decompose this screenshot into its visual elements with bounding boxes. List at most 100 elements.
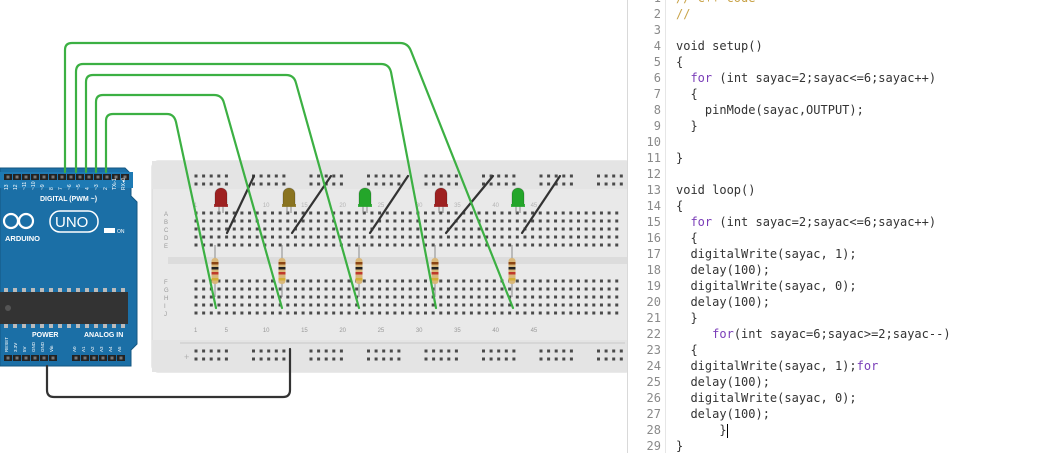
breadboard-hole[interactable] [439,279,443,283]
breadboard-hole[interactable] [255,303,259,307]
rail-hole[interactable] [259,349,263,353]
breadboard-hole[interactable] [202,235,206,239]
rail-hole[interactable] [612,349,616,353]
breadboard-hole[interactable] [454,243,458,247]
breadboard-hole[interactable] [561,211,565,215]
breadboard-hole[interactable] [546,227,550,231]
breadboard-hole[interactable] [248,295,252,299]
breadboard-hole[interactable] [523,295,527,299]
breadboard-hole[interactable] [569,303,573,307]
breadboard-hole[interactable] [202,287,206,291]
breadboard-hole[interactable] [446,211,450,215]
code-line[interactable]: 5{ [628,54,1046,70]
breadboard-hole[interactable] [561,235,565,239]
breadboard-hole[interactable] [271,211,274,215]
breadboard-hole[interactable] [515,295,519,299]
breadboard-hole[interactable] [469,219,473,223]
breadboard-hole[interactable] [347,227,351,231]
rail-hole[interactable] [224,349,228,353]
breadboard-hole[interactable] [492,287,496,291]
breadboard-hole[interactable] [385,295,389,299]
code-text[interactable]: for (int sayac=2;sayac<=6;sayac++) [676,70,936,86]
breadboard-hole[interactable] [446,279,450,283]
breadboard-hole[interactable] [370,211,374,215]
breadboard-hole[interactable] [584,227,588,231]
breadboard-hole[interactable] [462,287,466,291]
breadboard-hole[interactable] [554,287,558,291]
breadboard-hole[interactable] [577,279,580,283]
rail-hole[interactable] [432,174,436,178]
code-line[interactable]: 25 delay(100); [628,374,1046,390]
breadboard-hole[interactable] [271,219,274,223]
rail-hole[interactable] [339,174,343,178]
code-text[interactable]: } [676,438,683,453]
breadboard-hole[interactable] [500,311,504,315]
rail-hole[interactable] [562,349,566,353]
breadboard-hole[interactable] [477,235,481,239]
breadboard-hole[interactable] [446,219,450,223]
breadboard-hole[interactable] [615,287,619,291]
breadboard-hole[interactable] [431,311,435,315]
breadboard-hole[interactable] [355,311,359,315]
rail-hole[interactable] [454,349,458,353]
breadboard-hole[interactable] [370,295,374,299]
breadboard-hole[interactable] [508,227,512,231]
breadboard-hole[interactable] [584,279,588,283]
breadboard-hole[interactable] [263,287,267,291]
breadboard-hole[interactable] [416,287,420,291]
rail-hole[interactable] [432,349,436,353]
breadboard-hole[interactable] [324,303,328,307]
breadboard-hole[interactable] [347,287,351,291]
breadboard-hole[interactable] [385,211,389,215]
breadboard-hole[interactable] [546,311,550,315]
breadboard-hole[interactable] [401,219,405,223]
breadboard-hole[interactable] [469,287,473,291]
breadboard-hole[interactable] [370,311,374,315]
breadboard-hole[interactable] [446,235,450,239]
rail-hole[interactable] [339,357,343,361]
breadboard-hole[interactable] [569,227,573,231]
breadboard-hole[interactable] [263,227,267,231]
led-body[interactable] [282,187,296,207]
breadboard-hole[interactable] [347,243,351,247]
code-comment[interactable]: // [676,6,690,22]
code-text[interactable]: } [676,118,697,134]
rail-hole[interactable] [424,174,428,178]
breadboard-hole[interactable] [431,219,435,223]
breadboard-hole[interactable] [370,287,374,291]
rail-hole[interactable] [612,174,616,178]
breadboard-hole[interactable] [592,279,596,283]
breadboard-hole[interactable] [500,243,504,247]
rail-hole[interactable] [554,174,558,178]
rail-hole[interactable] [597,174,600,178]
breadboard-hole[interactable] [439,243,443,247]
breadboard-hole[interactable] [546,243,550,247]
breadboard-hole[interactable] [293,243,297,247]
breadboard-hole[interactable] [309,235,313,239]
breadboard-hole[interactable] [500,219,504,223]
breadboard-hole[interactable] [454,287,458,291]
breadboard-hole[interactable] [225,211,229,215]
breadboard-hole[interactable] [546,219,550,223]
rail-hole[interactable] [252,182,255,186]
breadboard-hole[interactable] [202,227,206,231]
breadboard-hole[interactable] [362,235,366,239]
breadboard-hole[interactable] [278,211,282,215]
rail-hole[interactable] [282,182,286,186]
breadboard-hole[interactable] [469,295,473,299]
breadboard-hole[interactable] [416,227,420,231]
breadboard-hole[interactable] [271,311,274,315]
breadboard-hole[interactable] [278,243,282,247]
code-line[interactable]: 27 delay(100); [628,406,1046,422]
rail-hole[interactable] [382,174,386,178]
breadboard-hole[interactable] [431,243,435,247]
breadboard-hole[interactable] [607,235,611,239]
rail-hole[interactable] [259,174,263,178]
rail-hole[interactable] [202,174,206,178]
breadboard-hole[interactable] [569,219,573,223]
breadboard-hole[interactable] [393,219,397,223]
circuit-canvas[interactable]: + ABCDEFGHIJ1510152025303540451510152025… [0,0,627,453]
rail-hole[interactable] [374,182,378,186]
code-line[interactable]: 16 { [628,230,1046,246]
breadboard-hole[interactable] [492,227,496,231]
